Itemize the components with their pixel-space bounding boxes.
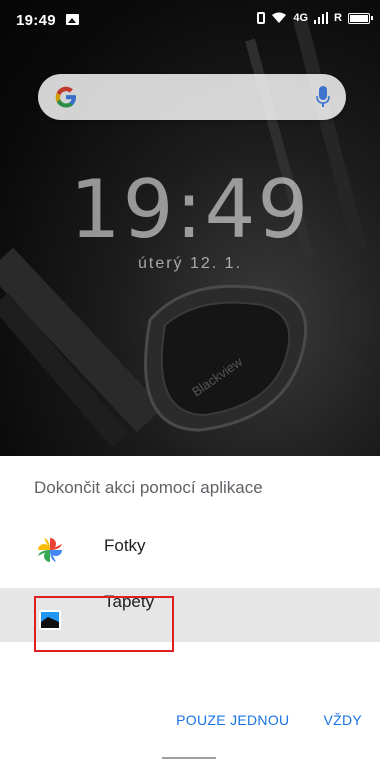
navigation-handle[interactable] <box>162 757 216 759</box>
screen: Blackview 19:49 4G R 19:49 úterý 12. 1. … <box>0 0 380 762</box>
home-date: úterý 12. 1. <box>137 255 243 272</box>
chooser-actions: POUZE JEDNOU VŽDY <box>176 712 362 728</box>
chooser-title: Dokončit akci pomocí aplikace <box>34 478 263 497</box>
status-icons: 4G R <box>257 12 373 24</box>
status-time: 19:49 <box>16 12 56 29</box>
signal-icon <box>314 12 329 24</box>
app-label-fotky: Fotky <box>104 536 146 555</box>
just-once-button[interactable]: POUZE JEDNOU <box>176 712 289 728</box>
status-bar: 19:49 4G R <box>0 0 380 40</box>
google-logo-icon <box>55 86 76 108</box>
battery-icon <box>348 12 373 24</box>
vibrate-icon <box>257 12 266 24</box>
network-type-label: 4G <box>293 12 309 24</box>
home-clock: 19:49 <box>69 163 311 256</box>
app-chooser-sheet: Dokončit akci pomocí aplikace Fotky Tape… <box>0 456 380 762</box>
home-wallpaper: Blackview 19:49 4G R 19:49 úterý 12. 1. <box>0 0 380 456</box>
google-photos-icon <box>38 538 62 562</box>
image-notification-icon <box>66 14 79 25</box>
google-search-bar[interactable] <box>38 74 346 120</box>
selection-highlight-box <box>34 596 174 652</box>
microphone-icon[interactable] <box>316 86 330 108</box>
app-option-fotky[interactable]: Fotky <box>0 522 380 574</box>
wifi-icon <box>271 12 287 24</box>
always-button[interactable]: VŽDY <box>323 712 362 728</box>
roaming-label: R <box>334 12 342 24</box>
